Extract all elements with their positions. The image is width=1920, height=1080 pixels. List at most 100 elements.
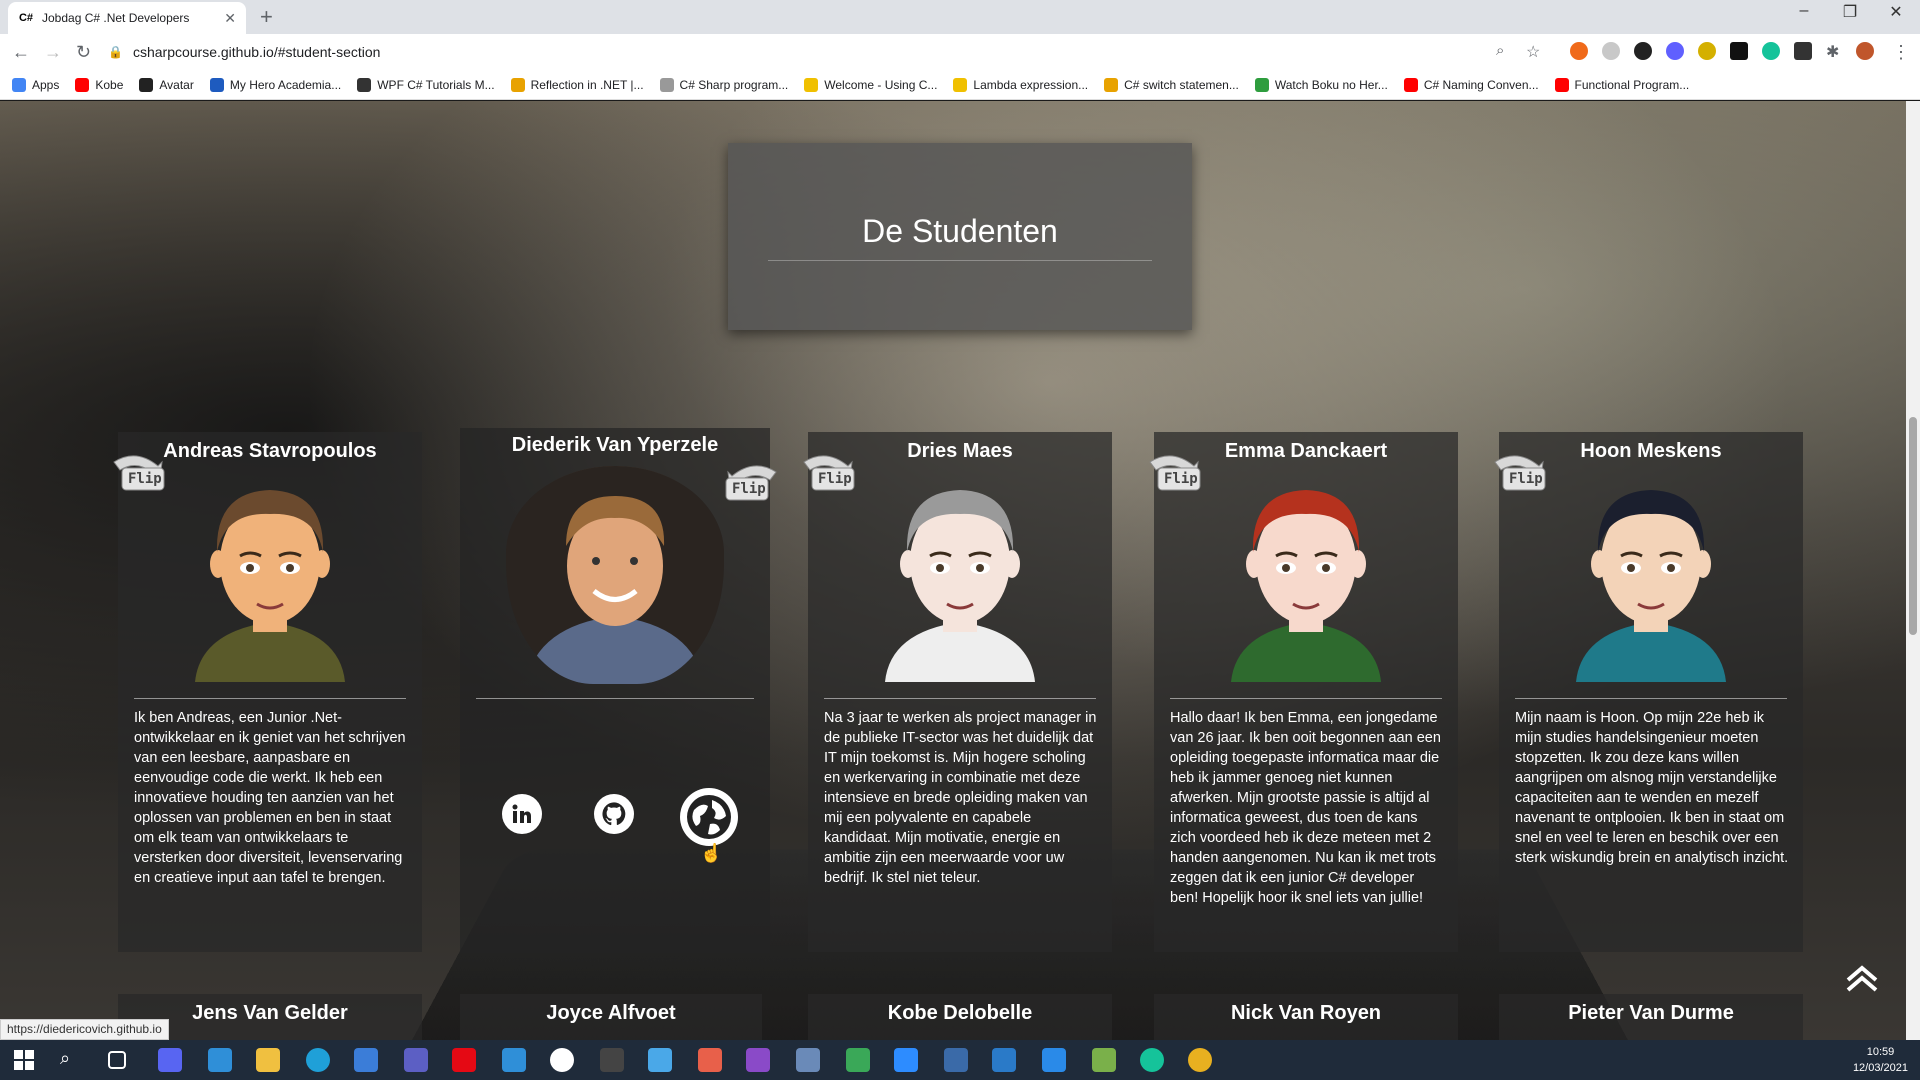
visual-studio-icon[interactable]: [746, 1048, 770, 1072]
bookmark-item[interactable]: Avatar: [139, 77, 194, 92]
page-scrollbar[interactable]: [1906, 101, 1920, 1040]
app-icon[interactable]: [502, 1048, 526, 1072]
zoom-app-icon[interactable]: [894, 1048, 918, 1072]
clock-time: 10:59: [1866, 1046, 1895, 1058]
bookmark-label: Reflection in .NET |...: [530, 77, 644, 92]
student-card[interactable]: Hoon Meskens Mijn naam is Hoon. Op mijn 2…: [1494, 432, 1803, 952]
app-icon[interactable]: [944, 1048, 968, 1072]
section-header: De Studenten: [728, 143, 1192, 330]
linkedin-icon[interactable]: [502, 794, 542, 834]
student-card[interactable]: Dries Maes Na 3 jaar te werken als projec…: [803, 432, 1112, 952]
windows-taskbar: ⌕ 10:59 12/03/2021: [0, 1040, 1920, 1080]
back-icon[interactable]: ←: [12, 42, 30, 63]
flip-icon[interactable]: Flip: [724, 462, 782, 506]
flip-label: Flip: [1164, 471, 1198, 487]
app-icon[interactable]: [846, 1048, 870, 1072]
app-icon[interactable]: [600, 1048, 624, 1072]
close-window-icon[interactable]: ✕: [1876, 2, 1916, 22]
extension-icon[interactable]: [1666, 42, 1684, 60]
bookmark-favicon-icon: [139, 77, 154, 92]
mail-icon[interactable]: [354, 1048, 378, 1072]
app-icon[interactable]: [208, 1048, 232, 1072]
bookmark-item[interactable]: My Hero Academia...: [209, 77, 342, 92]
app-icon[interactable]: [1092, 1048, 1116, 1072]
netflix-icon[interactable]: [452, 1048, 476, 1072]
bookmark-favicon-icon: [953, 77, 968, 92]
bookmark-item[interactable]: WPF C# Tutorials M...: [357, 77, 495, 92]
menu-dots-icon[interactable]: ⋮: [1892, 42, 1910, 63]
flip-icon[interactable]: Flip: [1489, 452, 1547, 496]
bookmark-item[interactable]: Reflection in .NET |...: [510, 77, 644, 92]
extensions-puzzle-icon[interactable]: ✱: [1826, 42, 1839, 62]
student-photo: [506, 466, 724, 684]
bookmark-item[interactable]: Apps: [12, 77, 59, 92]
hand-cursor-icon: ☝: [700, 843, 723, 863]
github-icon[interactable]: [594, 794, 634, 834]
bookmark-item[interactable]: Functional Program...: [1554, 77, 1689, 92]
app-icon[interactable]: [698, 1048, 722, 1072]
student-card[interactable]: Pieter Van Durme: [1499, 994, 1803, 1040]
scrollbar-thumb[interactable]: [1909, 417, 1917, 635]
bookmark-label: My Hero Academia...: [229, 77, 342, 92]
bookmark-item[interactable]: Welcome - Using C...: [804, 77, 938, 92]
flip-icon[interactable]: Flip: [798, 452, 856, 496]
teams-icon[interactable]: [404, 1048, 428, 1072]
bookmark-favicon-icon: [804, 77, 819, 92]
extension-icon[interactable]: [1794, 42, 1812, 60]
bookmark-label: C# Naming Conven...: [1423, 77, 1539, 92]
bookmark-item[interactable]: Lambda expression...: [953, 77, 1088, 92]
card-divider: [476, 698, 754, 699]
address-bar[interactable]: 🔒 csharpcourse.github.io/#student-sectio…: [108, 38, 1540, 66]
app-icon[interactable]: [648, 1048, 672, 1072]
student-card[interactable]: Kobe Delobelle: [808, 994, 1112, 1040]
task-view-icon[interactable]: [108, 1051, 126, 1069]
bookmark-item[interactable]: C# Naming Conven...: [1403, 77, 1539, 92]
reload-icon[interactable]: ↻: [76, 42, 91, 63]
extension-icon[interactable]: [1698, 42, 1716, 60]
close-tab-icon[interactable]: ✕: [224, 10, 236, 27]
bookmark-label: Welcome - Using C...: [824, 77, 938, 92]
windows-start-icon[interactable]: [12, 1048, 36, 1072]
app-icon[interactable]: [550, 1048, 574, 1072]
bookmark-item[interactable]: C# switch statemen...: [1104, 77, 1239, 92]
student-card[interactable]: Andreas Stavropoulos Ik ben Andreas, een …: [113, 432, 422, 952]
student-bio: Ik ben Andreas, een Junior .Net-ontwikke…: [134, 710, 406, 886]
section-title: De Studenten: [862, 213, 1058, 249]
app-icon[interactable]: [992, 1048, 1016, 1072]
bookmark-star-icon[interactable]: ☆: [1526, 42, 1540, 62]
student-card[interactable]: Diederik Van Yperzele ☝ Flip: [460, 428, 777, 953]
restore-icon[interactable]: ❐: [1830, 2, 1870, 22]
extension-icon[interactable]: [1570, 42, 1588, 60]
browser-tab[interactable]: C# Jobdag C# .Net Developers ✕: [8, 2, 246, 34]
minimize-icon[interactable]: –: [1784, 2, 1824, 20]
chrome-icon[interactable]: [1188, 1048, 1212, 1072]
search-icon[interactable]: ⌕: [60, 1048, 84, 1072]
student-card[interactable]: Emma Danckaert Hallo daar! Ik ben Emma, e…: [1149, 432, 1458, 952]
student-card[interactable]: Nick Van Royen: [1154, 994, 1458, 1040]
student-card[interactable]: Joyce Alfvoet: [460, 994, 762, 1040]
app-icon[interactable]: [796, 1048, 820, 1072]
extension-icon[interactable]: [1602, 42, 1620, 60]
flip-icon[interactable]: Flip: [108, 452, 166, 496]
forward-icon[interactable]: →: [44, 42, 62, 63]
profile-avatar-icon[interactable]: [1856, 42, 1874, 60]
file-explorer-icon[interactable]: [256, 1048, 280, 1072]
flip-icon[interactable]: Flip: [1144, 452, 1202, 496]
bookmark-item[interactable]: C# Sharp program...: [659, 77, 788, 92]
bookmark-favicon-icon: [1104, 77, 1119, 92]
bookmark-item[interactable]: Kobe: [75, 77, 123, 92]
new-tab-icon[interactable]: +: [260, 4, 273, 30]
vscode-icon[interactable]: [1042, 1048, 1066, 1072]
grammarly-icon[interactable]: [1140, 1048, 1164, 1072]
flip-label: Flip: [732, 481, 766, 497]
website-globe-icon[interactable]: [680, 788, 738, 846]
extension-icon[interactable]: [1634, 42, 1652, 60]
grammarly-icon[interactable]: [1762, 42, 1780, 60]
bookmark-item[interactable]: Watch Boku no Her...: [1254, 77, 1388, 92]
edge-icon[interactable]: [306, 1048, 330, 1072]
discord-icon[interactable]: [158, 1048, 182, 1072]
extension-icon[interactable]: [1730, 42, 1748, 60]
scroll-to-top-icon[interactable]: [1842, 960, 1882, 994]
system-clock[interactable]: 10:59 12/03/2021: [1853, 1044, 1908, 1076]
zoom-icon[interactable]: ⌕: [1496, 42, 1504, 59]
